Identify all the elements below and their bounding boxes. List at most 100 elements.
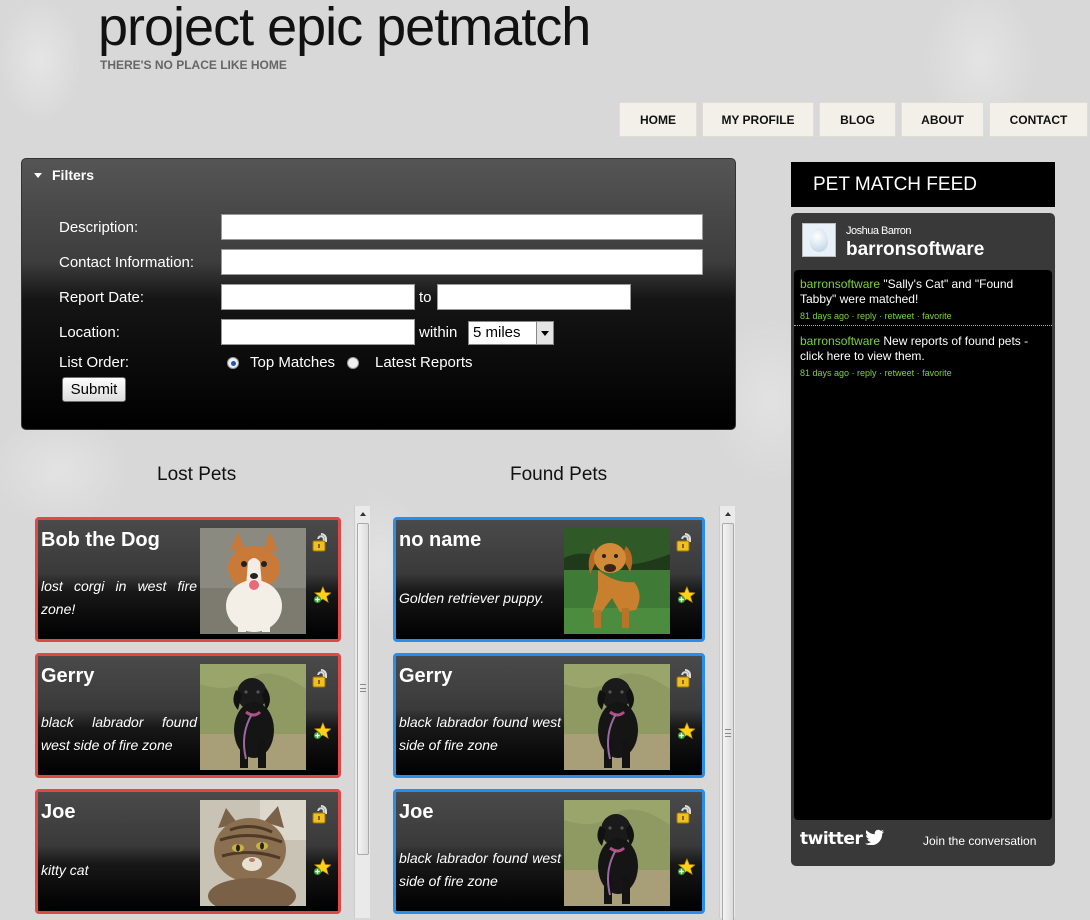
pet-name: Bob the Dog	[41, 529, 160, 551]
tweet-user-link[interactable]: barronsoftware	[800, 334, 880, 348]
add-favorite-star-icon[interactable]	[677, 586, 695, 604]
date-to-input[interactable]	[437, 284, 631, 310]
submit-button[interactable]: Submit	[62, 377, 126, 402]
pet-description: black labrador found west side of fire z…	[41, 714, 197, 753]
unlock-icon[interactable]	[312, 667, 330, 689]
add-favorite-star-icon[interactable]	[313, 722, 331, 740]
pet-name: Gerry	[399, 665, 453, 687]
report-date-label: Report Date:	[59, 289, 145, 306]
nav-contact[interactable]: CONTACT	[989, 102, 1088, 137]
tweet-item: barronsoftware "Sally's Cat" and "Found …	[800, 277, 1046, 324]
pet-description: Golden retriever puppy.	[399, 590, 545, 606]
unlock-icon[interactable]	[312, 803, 330, 825]
avatar[interactable]	[802, 223, 836, 257]
join-conversation-link[interactable]: Join the conversation	[923, 834, 1036, 848]
unlock-icon[interactable]	[676, 667, 694, 689]
black-lab-photo	[564, 664, 670, 770]
black-lab-photo	[200, 664, 306, 770]
default-egg-avatar-icon	[810, 228, 828, 252]
found-pets-title: Found Pets	[510, 464, 608, 485]
twitter-logo[interactable]: twitter	[800, 829, 885, 849]
list-order-label: List Order:	[59, 354, 130, 371]
feed-handle[interactable]: barronsoftware	[846, 239, 984, 261]
found-pet-card[interactable]: Joe black labrador found west side of fi…	[393, 789, 705, 914]
tweet-meta: 81 days ago · reply · retweet · favorite	[800, 311, 952, 321]
golden-retriever-photo	[564, 528, 670, 634]
scroll-up-arrow-icon[interactable]	[720, 506, 735, 521]
pet-name: Joe	[399, 801, 434, 823]
collapse-triangle-icon	[34, 172, 42, 178]
found-pets-scrollbar[interactable]	[719, 506, 735, 920]
twitter-feed-widget: Joshua Barron barronsoftware barronsoftw…	[791, 213, 1055, 866]
contact-label: Contact Information:	[59, 254, 195, 271]
distance-value: 5 miles	[473, 324, 521, 341]
pet-name: Joe	[41, 801, 76, 823]
twitter-wordmark: twitter	[800, 829, 863, 849]
lost-pets-scrollbar[interactable]	[354, 506, 370, 918]
nav-home[interactable]: HOME	[619, 102, 697, 137]
nav-my-profile[interactable]: MY PROFILE	[702, 102, 814, 137]
filters-title: Filters	[52, 167, 95, 183]
location-input[interactable]	[221, 319, 415, 345]
latest-reports-label: Latest Reports	[375, 354, 473, 371]
lost-pet-card[interactable]: Bob the Dog lost corgi in west fire zone…	[35, 517, 341, 642]
add-favorite-star-icon[interactable]	[313, 586, 331, 604]
add-favorite-star-icon[interactable]	[677, 722, 695, 740]
site-title: project epic petmatch	[98, 0, 591, 57]
pet-description: lost corgi in west fire zone!	[41, 578, 197, 617]
scroll-thumb[interactable]	[722, 523, 734, 920]
nav-blog[interactable]: BLOG	[819, 102, 896, 137]
date-from-input[interactable]	[221, 284, 415, 310]
tweet-favorite-link[interactable]: favorite	[922, 368, 952, 378]
location-label: Location:	[59, 324, 120, 341]
tweet-time-link[interactable]: 81 days ago	[800, 311, 849, 321]
tweet-reply-link[interactable]: reply	[857, 311, 877, 321]
tweet-item: barronsoftware New reports of found pets…	[800, 334, 1046, 381]
description-input[interactable]	[221, 214, 703, 240]
tweet-retweet-link[interactable]: retweet	[885, 368, 915, 378]
unlock-icon[interactable]	[676, 531, 694, 553]
distance-select[interactable]: 5 miles	[468, 321, 554, 345]
tweet-user-link[interactable]: barronsoftware	[800, 277, 880, 291]
add-favorite-star-icon[interactable]	[313, 858, 331, 876]
pet-description: kitty cat	[41, 862, 89, 878]
found-pet-card[interactable]: no name Golden retriever puppy.	[393, 517, 705, 642]
top-matches-label: Top Matches	[250, 354, 336, 371]
pet-description: black labrador found west side of fire z…	[399, 850, 561, 889]
radio-latest-reports[interactable]	[347, 357, 359, 369]
scroll-up-arrow-icon[interactable]	[355, 506, 370, 521]
tweet-time-link[interactable]: 81 days ago	[800, 368, 849, 378]
site-tagline: THERE'S NO PLACE LIKE HOME	[100, 58, 287, 72]
tabby-cat-photo	[200, 800, 306, 906]
tweet-retweet-link[interactable]: retweet	[885, 311, 915, 321]
tweet-favorite-link[interactable]: favorite	[922, 311, 952, 321]
scroll-thumb[interactable]	[357, 523, 369, 855]
contact-input[interactable]	[221, 249, 703, 275]
unlock-icon[interactable]	[676, 803, 694, 825]
twitter-bird-icon	[865, 829, 885, 846]
feed-real-name: Joshua Barron	[846, 225, 912, 237]
tweet-reply-link[interactable]: reply	[857, 368, 877, 378]
pet-description: black labrador found west side of fire z…	[399, 714, 561, 753]
found-pet-card[interactable]: Gerry black labrador found west side of …	[393, 653, 705, 778]
add-favorite-star-icon[interactable]	[677, 858, 695, 876]
black-lab-photo	[564, 800, 670, 906]
nav-about[interactable]: ABOUT	[901, 102, 984, 137]
tweet-divider	[794, 325, 1052, 326]
pet-name: Gerry	[41, 665, 95, 687]
radio-top-matches[interactable]	[227, 357, 239, 369]
filters-panel: Filters Description: Contact Information…	[21, 158, 736, 430]
lost-pets-title: Lost Pets	[157, 464, 237, 485]
lost-pet-card[interactable]: Joe kitty cat	[35, 789, 341, 914]
feed-title: PET MATCH FEED	[791, 162, 1055, 207]
dropdown-arrow-icon[interactable]	[536, 322, 553, 344]
tweet-meta: 81 days ago · reply · retweet · favorite	[800, 368, 952, 378]
within-label: within	[419, 324, 458, 341]
lost-pet-card[interactable]: Gerry black labrador found west side of …	[35, 653, 341, 778]
tweet-list: barronsoftware "Sally's Cat" and "Found …	[794, 270, 1052, 820]
date-to-label: to	[419, 289, 432, 306]
filters-toggle[interactable]: Filters	[34, 167, 94, 183]
description-label: Description:	[59, 219, 139, 236]
pet-name: no name	[399, 529, 482, 551]
unlock-icon[interactable]	[312, 531, 330, 553]
